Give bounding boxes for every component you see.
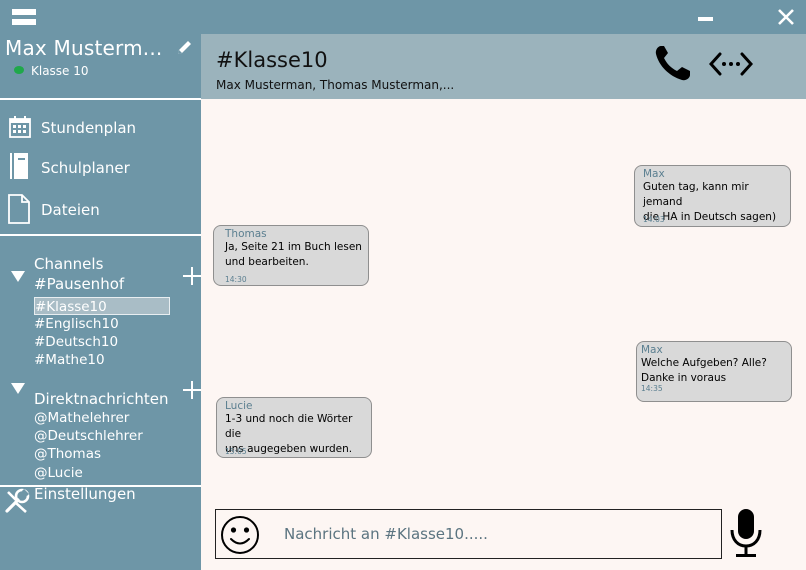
- nav-schulplaner[interactable]: Schulplaner: [0, 152, 201, 186]
- divider: [0, 98, 201, 100]
- message-sender: Thomas: [225, 228, 267, 240]
- message-bubble: Max Guten tag, kann mir jemand die HA in…: [634, 165, 791, 227]
- divider: [0, 234, 201, 236]
- direct-item[interactable]: @Deutschlehrer: [34, 427, 143, 445]
- message-time: 14:35: [641, 384, 663, 393]
- profile-name[interactable]: Max Musterm...: [5, 36, 162, 60]
- channel-item[interactable]: #Mathe10: [34, 351, 105, 369]
- message-time: 14:30: [225, 275, 247, 284]
- message-sender: Lucie: [225, 400, 253, 412]
- phone-icon[interactable]: [654, 44, 692, 82]
- channels-title: Channels: [34, 255, 104, 273]
- direct-item[interactable]: @Thomas: [34, 445, 101, 463]
- message-text: Ja, Seite 21 im Buch lesen und bearbeite…: [225, 241, 362, 268]
- smiley-icon[interactable]: [220, 515, 260, 555]
- channel-item[interactable]: #Pausenhof: [34, 274, 124, 294]
- message-bubble: Thomas Ja, Seite 21 im Buch lesen und be…: [213, 225, 369, 286]
- channel-item[interactable]: #Deutsch10: [34, 333, 118, 351]
- channel-item-active[interactable]: #Klasse10: [34, 297, 170, 315]
- chat-header: #Klasse10 Max Musterman, Thomas Musterma…: [201, 34, 806, 99]
- nav-einstellungen[interactable]: Einstellungen: [0, 484, 201, 518]
- status-label: Klasse 10: [31, 64, 89, 78]
- direct-item[interactable]: @Lucie: [34, 464, 83, 482]
- nav-label: Schulplaner: [41, 159, 130, 177]
- menu-icon[interactable]: [12, 9, 36, 26]
- pencil-icon[interactable]: [175, 39, 193, 57]
- direct-item[interactable]: @Mathelehrer: [34, 409, 129, 427]
- book-icon: [10, 153, 28, 179]
- nav-label: Stundenplan: [41, 119, 137, 137]
- collapse-channels-icon[interactable]: [11, 271, 25, 282]
- nav-stundenplan[interactable]: Stundenplan: [0, 112, 201, 146]
- microphone-icon[interactable]: [728, 508, 764, 560]
- sidebar: Max Musterm... Klasse 10 Stundenplan Sch…: [0, 34, 201, 570]
- message-bubble: Max Welche Aufgeben? Alle? Danke in vora…: [636, 341, 792, 402]
- code-arrows-icon[interactable]: [709, 51, 753, 77]
- file-icon: [8, 194, 30, 224]
- message-composer: [215, 509, 722, 559]
- message-text: Welche Aufgeben? Alle? Danke in voraus: [641, 357, 767, 384]
- message-sender: Max: [641, 344, 663, 356]
- message-time: 15:05: [225, 447, 247, 456]
- title-bar: [0, 0, 806, 34]
- chat-title: #Klasse10: [216, 48, 328, 72]
- nav-dateien[interactable]: Dateien: [0, 194, 201, 228]
- direct-title: Direktnachrichten: [34, 390, 169, 408]
- close-icon[interactable]: [776, 7, 796, 27]
- add-direct-button[interactable]: [183, 381, 201, 399]
- nav-label: Dateien: [41, 201, 100, 219]
- status-indicator: [14, 66, 24, 74]
- channel-item[interactable]: #Englisch10: [34, 315, 119, 333]
- collapse-direct-icon[interactable]: [11, 383, 25, 394]
- chat-members[interactable]: Max Musterman, Thomas Musterman,...: [216, 78, 454, 92]
- message-text: Guten tag, kann mir jemand die HA in Deu…: [643, 181, 777, 223]
- message-input[interactable]: [282, 520, 706, 548]
- wrench-icon: [5, 488, 30, 513]
- calendar-icon: [9, 116, 31, 138]
- add-channel-button[interactable]: [183, 267, 201, 285]
- message-time: 14:03: [643, 215, 665, 224]
- message-bubble: Lucie 1-3 und noch die Wörter die uns au…: [216, 397, 372, 458]
- message-sender: Max: [643, 168, 665, 180]
- nav-label: Einstellungen: [34, 485, 136, 503]
- minimize-icon[interactable]: [698, 17, 713, 21]
